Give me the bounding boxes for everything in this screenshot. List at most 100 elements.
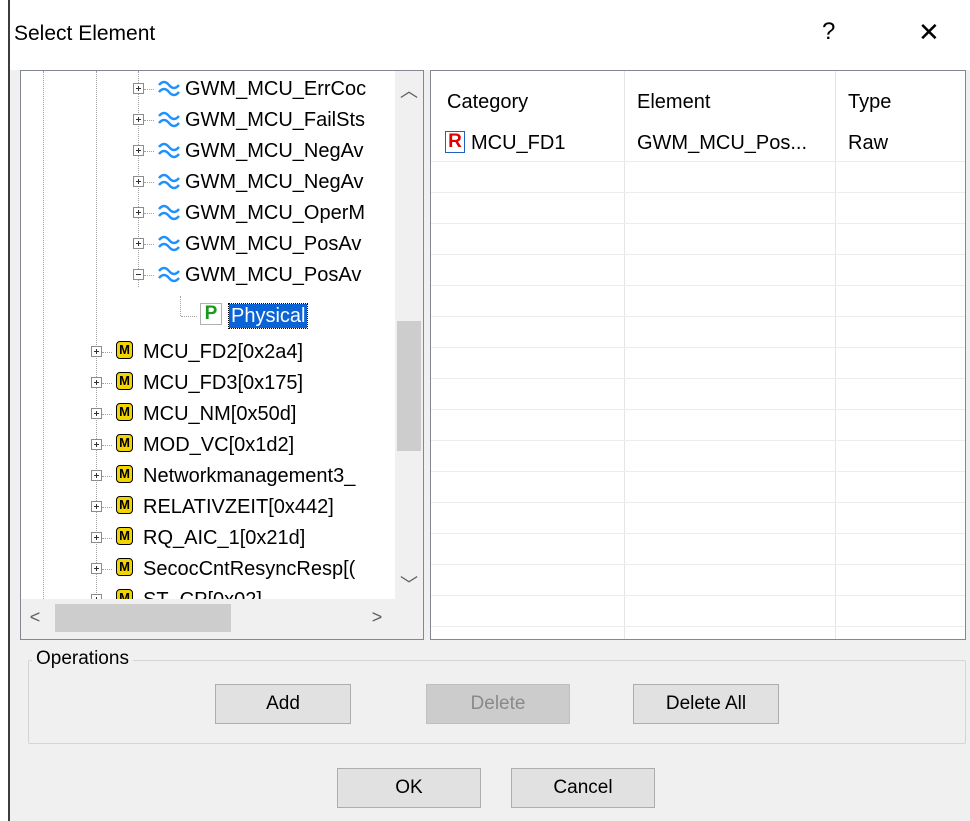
tree-connector [102,538,112,539]
expand-icon[interactable] [133,207,144,218]
signal-icon [158,142,180,159]
help-button[interactable]: ? [822,18,835,46]
grid-line [431,595,965,596]
expand-icon[interactable] [91,346,102,357]
title-bar: Select Element ? ✕ [10,0,970,70]
cell-type: Raw [848,132,889,154]
scroll-up-icon[interactable]: ︿ [395,77,423,103]
horizontal-scroll-thumb[interactable] [55,604,231,632]
tree-item-label: MOD_VC[0x1d2] [143,434,295,456]
ok-button[interactable]: OK [337,768,481,808]
scrollbar-corner [395,599,423,639]
tree-connector [144,244,154,245]
expand-icon[interactable] [91,563,102,574]
tree-item-label: RQ_AIC_1[0x21d] [143,527,306,549]
grid-line [431,626,965,627]
scroll-down-icon[interactable]: ﹀ [395,571,423,597]
expand-icon[interactable] [133,83,144,94]
signal-icon [158,80,180,97]
tree-connector [102,383,112,384]
tree-item-message[interactable]: M RELATIVZEIT[0x442] [21,492,395,523]
message-icon: M [116,434,133,452]
tree-connector [102,352,112,353]
column-header-type[interactable]: Type [848,91,891,114]
tree-item-message[interactable]: M MCU_NM[0x50d] [21,399,395,430]
dialog-title: Select Element [14,22,156,45]
close-button[interactable]: ✕ [918,18,940,46]
tree-connector [181,316,197,317]
cell-category: MCU_FD1 [471,132,566,154]
scroll-right-icon[interactable]: > [365,607,389,628]
tree-horizontal-scrollbar[interactable]: < > [21,599,395,639]
tree-item-signal[interactable]: GWM_MCU_PosAv [21,229,395,260]
tree-item-signal[interactable]: GWM_MCU_NegAv [21,136,395,167]
tree-item-message[interactable]: M MCU_FD3[0x175] [21,368,395,399]
signal-icon [158,266,180,283]
cancel-button[interactable]: Cancel [511,768,655,808]
expand-icon[interactable] [133,114,144,125]
tree-connector [144,275,154,276]
tree-item-message[interactable]: M SecocCntResyncResp[( [21,554,395,585]
expand-icon[interactable] [91,532,102,543]
operations-group-label: Operations [32,648,133,670]
message-icon: M [116,558,133,576]
collapse-icon[interactable] [133,269,144,280]
add-button[interactable]: Add [215,684,351,724]
tree-connector [102,445,112,446]
expand-icon[interactable] [133,176,144,187]
expand-icon[interactable] [133,145,144,156]
grid-line [431,378,965,379]
expand-icon[interactable] [91,439,102,450]
grid-line [431,502,965,503]
tree-item-signal[interactable]: GWM_MCU_OperM [21,198,395,229]
message-icon: M [116,403,133,421]
signal-icon [158,204,180,221]
grid-line [431,347,965,348]
tree-item-label: GWM_MCU_NegAv [185,140,364,162]
vertical-scroll-thumb[interactable] [397,321,421,451]
tree-connector [144,182,154,183]
tree-vertical-scrollbar[interactable]: ︿ ﹀ [395,71,423,599]
tree-item-signal[interactable]: GWM_MCU_FailSts [21,105,395,136]
message-icon: M [116,341,133,359]
scroll-left-icon[interactable]: < [23,607,47,628]
column-separator [624,71,625,639]
tree-connector [144,89,154,90]
message-icon: M [116,589,133,599]
tree-item-signal[interactable]: GWM_MCU_ErrCoc [21,74,395,105]
tree-connector [102,507,112,508]
tree-item-signal-expanded[interactable]: GWM_MCU_PosAv [21,260,395,291]
expand-icon[interactable] [91,377,102,388]
tree-connector [144,213,154,214]
tree-item-label: Physical [227,303,309,329]
element-tree[interactable]: GWM_MCU_ErrCoc GWM_MCU_FailSts GWM_MCU_N… [20,70,424,640]
expand-icon[interactable] [91,470,102,481]
delete-button[interactable]: Delete [426,684,570,724]
tree-item-label: GWM_MCU_FailSts [185,109,366,131]
tree-item-physical[interactable]: P Physical [21,301,395,332]
tree-item-message[interactable]: M MOD_VC[0x1d2] [21,430,395,461]
tree-connector [102,414,112,415]
select-element-dialog: Select Element ? ✕ GWM_MCU_ErrCoc GWM_MC… [8,0,970,821]
column-header-element[interactable]: Element [637,91,710,114]
tree-rows: GWM_MCU_ErrCoc GWM_MCU_FailSts GWM_MCU_N… [21,71,395,599]
tree-connector [102,476,112,477]
signal-icon [158,111,180,128]
tree-item-message[interactable]: M MCU_FD2[0x2a4] [21,337,395,368]
signal-icon [158,235,180,252]
expand-icon[interactable] [91,501,102,512]
selected-elements-list[interactable]: Category Element Type R MCU_FD1 GWM_MCU_… [430,70,966,640]
column-header-category[interactable]: Category [447,91,528,114]
tree-item-label: MCU_FD3[0x175] [143,372,304,394]
tree-item-message[interactable]: M Networkmanagement3_ [21,461,395,492]
message-icon: M [116,465,133,483]
tree-item-message[interactable]: M ST_CP[0x02] [21,585,395,599]
tree-item-label: GWM_MCU_PosAv [185,233,362,255]
expand-icon[interactable] [91,408,102,419]
delete-all-button[interactable]: Delete All [633,684,779,724]
column-separator [835,71,836,639]
tree-item-message[interactable]: M RQ_AIC_1[0x21d] [21,523,395,554]
tree-item-signal[interactable]: GWM_MCU_NegAv [21,167,395,198]
expand-icon[interactable] [133,238,144,249]
grid-line [431,440,965,441]
